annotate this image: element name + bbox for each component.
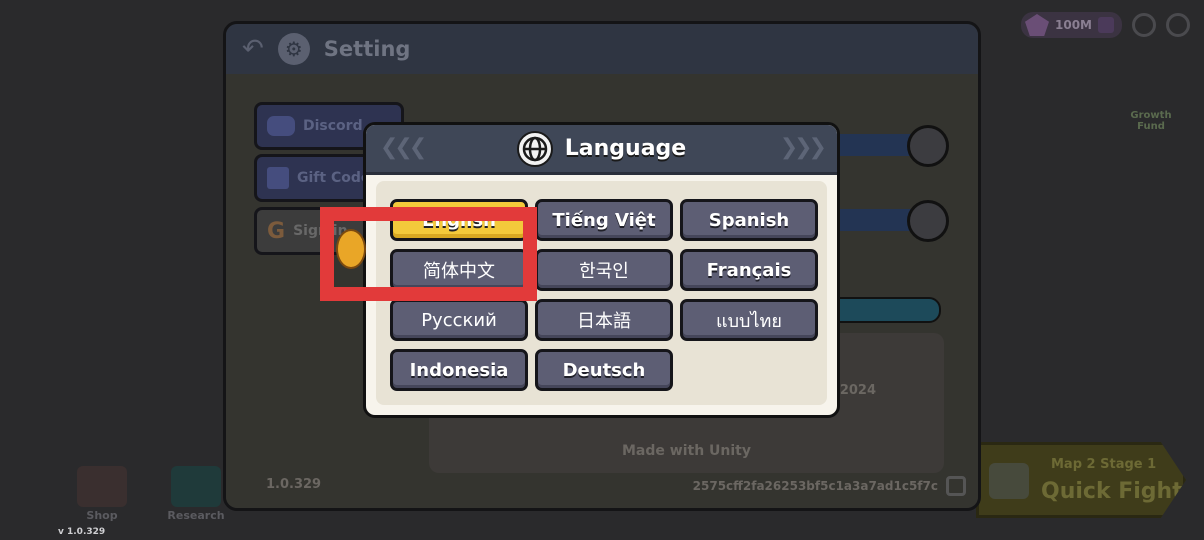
header-ornament-right: ❯❯❯	[779, 135, 827, 160]
gem-amount: 100M	[1055, 18, 1092, 32]
language-option-french[interactable]: Français	[680, 249, 818, 291]
made-with-unity: Made with Unity	[622, 443, 751, 459]
add-gems-icon[interactable]	[1098, 17, 1114, 33]
nav-research-label: Research	[167, 509, 225, 522]
research-icon	[171, 466, 221, 507]
gem-counter[interactable]: 100M	[1021, 12, 1122, 38]
language-option-japanese[interactable]: 日本語	[535, 299, 673, 341]
quick-fight-label: Quick Fight	[1041, 479, 1183, 504]
nav-shop[interactable]: Shop	[70, 466, 134, 522]
language-title: Language	[564, 136, 687, 161]
shop-icon	[77, 466, 127, 507]
growth-fund-button[interactable]: Growth Fund	[1116, 70, 1186, 132]
globe-icon	[516, 130, 553, 167]
gift-code-label: Gift Code	[297, 170, 371, 186]
corner-version: v 1.0.329	[58, 527, 106, 537]
copyright-year: 2024	[839, 383, 876, 398]
discord-label: Discord	[303, 118, 363, 134]
settings-title: Setting	[323, 37, 411, 61]
language-option-vietnamese[interactable]: Tiếng Việt	[535, 199, 673, 241]
header-ornament-left: ❮❮❮	[380, 135, 427, 160]
language-option-german[interactable]: Deutsch	[535, 349, 673, 391]
language-option-indonesian[interactable]: Indonesia	[390, 349, 528, 391]
growth-fund-label: Growth Fund	[1130, 110, 1172, 132]
nav-shop-label: Shop	[86, 509, 118, 522]
settings-gear-icon[interactable]	[1166, 13, 1190, 37]
nav-research[interactable]: Research	[164, 466, 228, 522]
quick-fight-stage: Map 2 Stage 1	[1051, 457, 1157, 472]
target-icon[interactable]	[1132, 13, 1156, 37]
language-option-korean[interactable]: 한국인	[535, 249, 673, 291]
back-arrow-icon[interactable]: ↶	[242, 34, 264, 64]
gear-icon: ⚙	[277, 33, 310, 65]
copy-icon[interactable]	[946, 476, 966, 496]
coin-icon	[336, 229, 366, 269]
quick-fight-button[interactable]: Map 2 Stage 1 Quick Fight	[976, 442, 1186, 518]
settings-header: ↶ ⚙ Setting	[226, 24, 978, 74]
music-slider-knob[interactable]	[907, 125, 949, 167]
google-icon: G	[267, 218, 286, 244]
swords-icon	[989, 463, 1029, 499]
language-header: ❮❮❮ Language ❯❯❯	[366, 125, 837, 175]
version-text: 1.0.329	[266, 477, 322, 492]
gift-icon	[267, 167, 289, 189]
top-hud: 100M	[1021, 12, 1190, 38]
language-option-thai[interactable]: แบบไทย	[680, 299, 818, 341]
user-id-hash: 2575cff2fa26253bf5c1a3a7ad1c5f7c	[692, 479, 938, 493]
bottom-nav: Shop Research	[70, 466, 228, 522]
language-option-russian[interactable]: Русский	[390, 299, 528, 341]
sound-slider-knob[interactable]	[907, 200, 949, 242]
language-option-spanish[interactable]: Spanish	[680, 199, 818, 241]
gem-icon	[1025, 14, 1049, 36]
discord-icon	[267, 116, 295, 136]
